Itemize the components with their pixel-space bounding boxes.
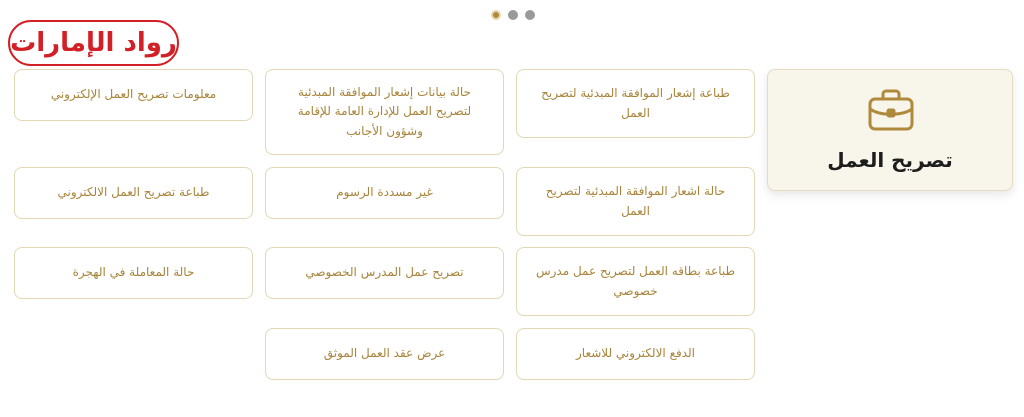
service-label: عرض عقد العمل الموثق: [323, 346, 446, 361]
service-label: غير مسددة الرسوم: [336, 185, 433, 200]
service-label: تصريح عمل المدرس الخصوصي: [305, 265, 464, 280]
service-tutor-work-permit[interactable]: تصريح عمل المدرس الخصوصي: [265, 247, 504, 299]
service-view-attested-contract[interactable]: عرض عقد العمل الموثق: [265, 328, 504, 380]
service-label: حالة اشعار الموافقة المبدئية لتصريح العم…: [545, 184, 726, 218]
site-logo[interactable]: رواد الإمارات: [8, 20, 179, 66]
service-label: طباعة بطاقه العمل لتصريح عمل مدرس خصوصي: [535, 264, 736, 298]
service-epermit-info[interactable]: معلومات تصريح العمل الإلكتروني: [14, 69, 253, 121]
carousel-dot-2[interactable]: [508, 10, 518, 20]
service-print-initial-approval[interactable]: طباعة إشعار الموافقة المبدئية لتصريح الع…: [516, 69, 755, 138]
service-immigration-status[interactable]: حالة المعاملة في الهجرة: [14, 247, 253, 299]
service-label: حالة بيانات إشعار الموافقة المبدئية لتصر…: [297, 85, 472, 138]
carousel-dots: [491, 10, 535, 20]
service-label: طباعة تصريح العمل الالكتروني: [57, 185, 210, 200]
service-epayment-notice[interactable]: الدفع الالكتروني للاشعار: [516, 328, 755, 380]
category-card-work-permit[interactable]: تصريح العمل: [767, 69, 1013, 191]
category-title: تصريح العمل: [827, 148, 953, 172]
service-label: طباعة إشعار الموافقة المبدئية لتصريح الع…: [541, 86, 730, 120]
carousel-dot-3[interactable]: [525, 10, 535, 20]
service-unpaid-fees[interactable]: غير مسددة الرسوم: [265, 167, 504, 219]
service-print-tutor-card[interactable]: طباعة بطاقه العمل لتصريح عمل مدرس خصوصي: [516, 247, 755, 316]
service-print-epermit[interactable]: طباعة تصريح العمل الالكتروني: [14, 167, 253, 219]
service-label: الدفع الالكتروني للاشعار: [576, 346, 695, 361]
carousel-dot-1[interactable]: [491, 10, 501, 20]
briefcase-icon: [868, 89, 914, 131]
service-label: حالة المعاملة في الهجرة: [72, 265, 195, 280]
service-approval-data-status-gdrfa[interactable]: حالة بيانات إشعار الموافقة المبدئية لتصر…: [265, 69, 504, 155]
logo-text: رواد الإمارات: [10, 28, 178, 58]
service-initial-approval-status[interactable]: حالة اشعار الموافقة المبدئية لتصريح العم…: [516, 167, 755, 236]
service-label: معلومات تصريح العمل الإلكتروني: [50, 87, 217, 102]
